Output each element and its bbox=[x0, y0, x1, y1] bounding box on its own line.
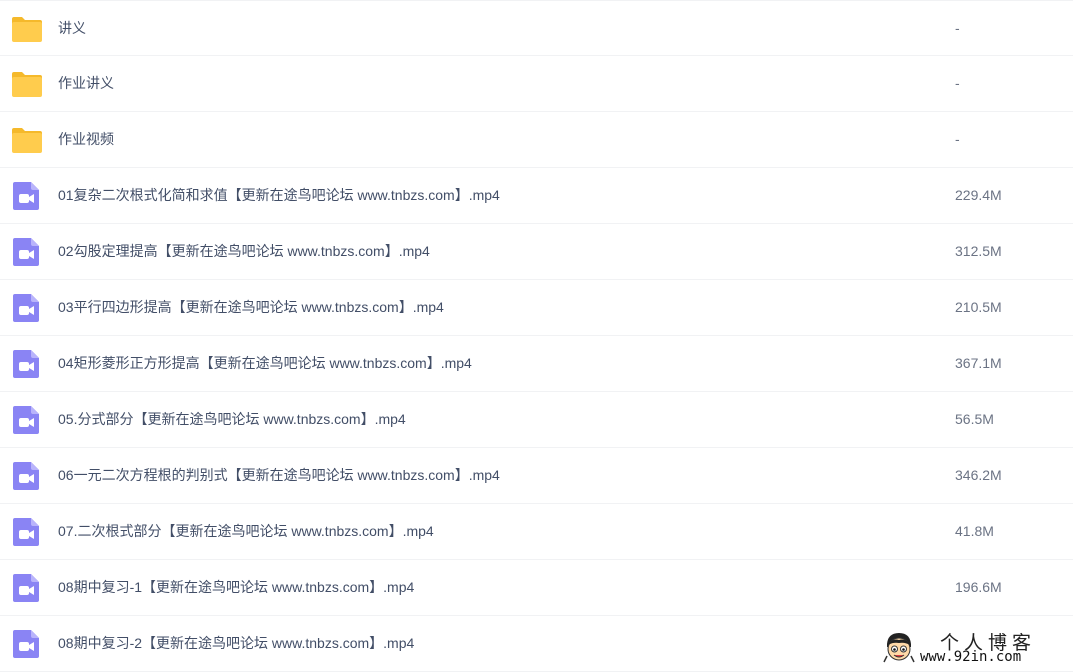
file-row-video[interactable]: 04矩形菱形正方形提高【更新在途鸟吧论坛 www.tnbzs.com】.mp4 … bbox=[0, 336, 1073, 392]
file-name[interactable]: 02勾股定理提高【更新在途鸟吧论坛 www.tnbzs.com】.mp4 bbox=[58, 224, 430, 279]
file-name[interactable]: 06一元二次方程根的判别式【更新在途鸟吧论坛 www.tnbzs.com】.mp… bbox=[58, 448, 500, 503]
file-size: 210.5M bbox=[955, 299, 1002, 315]
file-size: 56.5M bbox=[955, 411, 994, 427]
file-size: - bbox=[955, 131, 960, 147]
file-size: 346.2M bbox=[955, 467, 1002, 483]
file-size: 41.8M bbox=[955, 523, 994, 539]
file-row-video[interactable]: 08期中复习-1【更新在途鸟吧论坛 www.tnbzs.com】.mp4 196… bbox=[0, 560, 1073, 616]
file-name[interactable]: 作业讲义 bbox=[58, 56, 114, 111]
file-row-folder[interactable]: 讲义 - bbox=[0, 0, 1073, 56]
video-file-icon bbox=[11, 628, 43, 660]
file-name[interactable]: 07.二次根式部分【更新在途鸟吧论坛 www.tnbzs.com】.mp4 bbox=[58, 504, 434, 559]
video-file-icon bbox=[11, 516, 43, 548]
video-file-icon bbox=[11, 348, 43, 380]
file-row-folder[interactable]: 作业视频 - bbox=[0, 112, 1073, 168]
file-row-folder[interactable]: 作业讲义 - bbox=[0, 56, 1073, 112]
folder-icon bbox=[11, 13, 43, 45]
video-file-icon bbox=[11, 236, 43, 268]
watermark-url: www.92in.com bbox=[920, 649, 1022, 665]
watermark: 个人博客 www.92in.com bbox=[878, 627, 1068, 667]
file-list: 讲义 - 作业讲义 - 作业视频 - 01复杂二次根式化简和求值【更新在途鸟吧论… bbox=[0, 0, 1073, 672]
file-row-video[interactable]: 05.分式部分【更新在途鸟吧论坛 www.tnbzs.com】.mp4 56.5… bbox=[0, 392, 1073, 448]
file-name[interactable]: 05.分式部分【更新在途鸟吧论坛 www.tnbzs.com】.mp4 bbox=[58, 392, 406, 447]
file-name[interactable]: 08期中复习-2【更新在途鸟吧论坛 www.tnbzs.com】.mp4 bbox=[58, 616, 414, 671]
file-name[interactable]: 04矩形菱形正方形提高【更新在途鸟吧论坛 www.tnbzs.com】.mp4 bbox=[58, 336, 472, 391]
file-row-video[interactable]: 01复杂二次根式化简和求值【更新在途鸟吧论坛 www.tnbzs.com】.mp… bbox=[0, 168, 1073, 224]
folder-icon bbox=[11, 124, 43, 156]
video-file-icon bbox=[11, 404, 43, 436]
file-name[interactable]: 讲义 bbox=[58, 1, 86, 56]
file-size: 229.4M bbox=[955, 187, 1002, 203]
cartoon-face-icon bbox=[882, 630, 916, 669]
file-size: - bbox=[955, 20, 960, 36]
file-row-video[interactable]: 06一元二次方程根的判别式【更新在途鸟吧论坛 www.tnbzs.com】.mp… bbox=[0, 448, 1073, 504]
video-file-icon bbox=[11, 460, 43, 492]
file-size: 312.5M bbox=[955, 243, 1002, 259]
file-row-video[interactable]: 07.二次根式部分【更新在途鸟吧论坛 www.tnbzs.com】.mp4 41… bbox=[0, 504, 1073, 560]
file-row-video[interactable]: 02勾股定理提高【更新在途鸟吧论坛 www.tnbzs.com】.mp4 312… bbox=[0, 224, 1073, 280]
file-size: 367.1M bbox=[955, 355, 1002, 371]
video-file-icon bbox=[11, 292, 43, 324]
video-file-icon bbox=[11, 572, 43, 604]
video-file-icon bbox=[11, 180, 43, 212]
file-size: - bbox=[955, 75, 960, 91]
file-name[interactable]: 作业视频 bbox=[58, 112, 114, 167]
file-size: 196.6M bbox=[955, 579, 1002, 595]
file-row-video[interactable]: 03平行四边形提高【更新在途鸟吧论坛 www.tnbzs.com】.mp4 21… bbox=[0, 280, 1073, 336]
folder-icon bbox=[11, 68, 43, 100]
file-name[interactable]: 01复杂二次根式化简和求值【更新在途鸟吧论坛 www.tnbzs.com】.mp… bbox=[58, 168, 500, 223]
file-name[interactable]: 03平行四边形提高【更新在途鸟吧论坛 www.tnbzs.com】.mp4 bbox=[58, 280, 444, 335]
file-name[interactable]: 08期中复习-1【更新在途鸟吧论坛 www.tnbzs.com】.mp4 bbox=[58, 560, 414, 615]
